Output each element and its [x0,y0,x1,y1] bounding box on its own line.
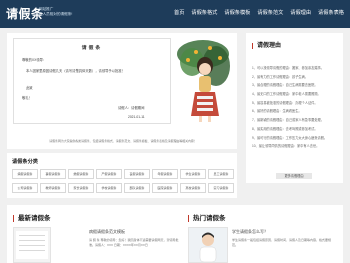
hot-item-desc: 学生请假条一般包括请假原因、请假时间、请假人及日期等内容，格式要规范。 [232,238,332,247]
category-grid: 病假请假条 事假请假条 婚假请假条 产假请假条 丧假请假条 年假请假条 学生请假… [12,169,234,193]
category-item[interactable]: 年假请假条 [152,169,178,179]
list-item[interactable]: 5、最容易被批准的请假理由：办理个人证件。 [252,99,338,108]
hero-caption: 请假条网为大家提供各类请假条、包括请假条格式、请假条范文、请假条模板、请假条表格… [49,139,197,143]
hot-title: 热门请假条 [188,215,226,222]
letter-closing: 此致 [26,86,33,90]
list-item[interactable]: 9、最可行的请假理由：工作压力太大身心疲惫请假。 [252,134,338,143]
leave-letter-preview: 请假条 尊敬的XX领导： 本人因家里原因请假几天（请写清楚具体天数），请领导予以… [13,38,171,124]
list-item[interactable]: 7、最新颖的请假理由：自己或家人有急事要处理。 [252,116,338,125]
category-item[interactable]: 事假请假条 [40,169,66,179]
sidebar-reasons: 请假理由 1、可以找领导请假的理由：搬家、参加亲友婚事。 2、最有力的工作请假理… [246,33,343,183]
category-item[interactable]: 学校请假条 [96,183,122,193]
category-item[interactable]: 学生请假条 [180,169,206,179]
nav-table[interactable]: 请假条表格 [318,9,344,16]
letter-thumbnail-image [16,231,48,259]
logo-tagline: 网站推广 几人员相对的请假条! [39,7,72,17]
student-photo [189,228,227,263]
list-item[interactable]: 6、最好的请假理由：生病看医生。 [252,107,338,116]
letter-body: 本人因家里原因请假几天（请写清楚具体天数），请领导予以批准！ [26,69,125,73]
latest-item-title[interactable]: 病假请假条范文模板 [89,229,125,235]
category-panel: 请假条分类 病假请假条 事假请假条 婚假请假条 产假请假条 丧假请假条 年假请假… [7,153,237,198]
list-item[interactable]: 3、最合理的请假理由：自己生病需要去医院。 [252,81,338,90]
letter-date: 2021-01-11 [128,115,145,119]
category-item[interactable]: 产假请假条 [96,169,122,179]
category-item[interactable]: 员工请假条 [208,169,234,179]
nav-template[interactable]: 请假条模板 [224,9,250,16]
category-title: 请假条分类 [12,159,38,165]
nav-sample[interactable]: 请假条范文 [257,9,283,16]
category-item[interactable]: 医院请假条 [152,183,178,193]
hot-section: 热门请假条 学生请假条怎么写？ 学生请假条一般包括请假原因、请假时间、请假人及日… [182,205,343,263]
main-nav: 首页 请假条格式 请假条模板 请假条范文 请假理由 请假条表格 [174,9,344,16]
nav-format[interactable]: 请假条格式 [191,9,217,16]
letter-salutation: 尊敬的XX领导： [22,58,47,62]
sidebar-title: 请假理由 [252,43,281,49]
latest-title: 最新请假条 [13,215,51,222]
list-item[interactable]: 10、最让领导同情的请假理由：家中有人去世。 [252,142,338,151]
category-item[interactable]: 公司请假条 [12,183,38,193]
hot-item-title[interactable]: 学生请假条怎么写？ [232,229,268,235]
latest-thumbnail[interactable] [13,227,51,263]
category-item[interactable]: 实习请假条 [208,183,234,193]
category-item[interactable]: 家长请假条 [68,183,94,193]
more-reasons-button[interactable]: 更多请假理由 [276,173,312,179]
list-item[interactable]: 1、可以找领导请假的理由：搬家、参加亲友婚事。 [252,64,338,73]
latest-item-desc: 请 假 条 尊敬的领导：您好！我因身体不适需要请假两天，望领导批准。请假人：XX… [89,238,179,247]
nav-reason[interactable]: 请假理由 [290,9,311,16]
hero-banner[interactable]: 请假条 尊敬的XX领导： 本人因家里原因请假几天（请写清楚具体天数），请领导予以… [7,33,237,149]
reason-list: 1、可以找领导请假的理由：搬家、参加亲友婚事。 2、最有力的工作请假理由：孩子生… [252,64,338,151]
category-item[interactable]: 病假请假条 [12,169,38,179]
category-item[interactable]: 婚假请假条 [68,169,94,179]
list-item[interactable]: 2、最有力的工作请假理由：孩子生病。 [252,73,338,82]
girl-illustration [177,40,230,122]
category-item[interactable]: 丧假请假条 [124,169,150,179]
category-item[interactable]: 教师请假条 [40,183,66,193]
letter-title: 请假条 [81,46,103,51]
list-item[interactable]: 4、最无口的工作请假理由：家中老人需要照顾。 [252,90,338,99]
logo-tagline-line-2: 几人员相对的请假条! [39,12,73,16]
category-item[interactable]: 离校请假条 [180,183,206,193]
hot-thumbnail[interactable] [188,227,228,263]
site-header: 请假条 网站推广 几人员相对的请假条! 首页 请假条格式 请假条模板 请假条范文… [0,0,350,28]
category-item[interactable]: 部队请假条 [124,183,150,193]
nav-home[interactable]: 首页 [174,9,184,16]
letter-signer: 请假人：请假期间 [118,106,145,110]
letter-respect: 敬礼！ [22,96,32,100]
list-item[interactable]: 8、最实用的请假理由：去考驾照或参加考试。 [252,125,338,134]
site-logo[interactable]: 请假条 [6,5,44,22]
